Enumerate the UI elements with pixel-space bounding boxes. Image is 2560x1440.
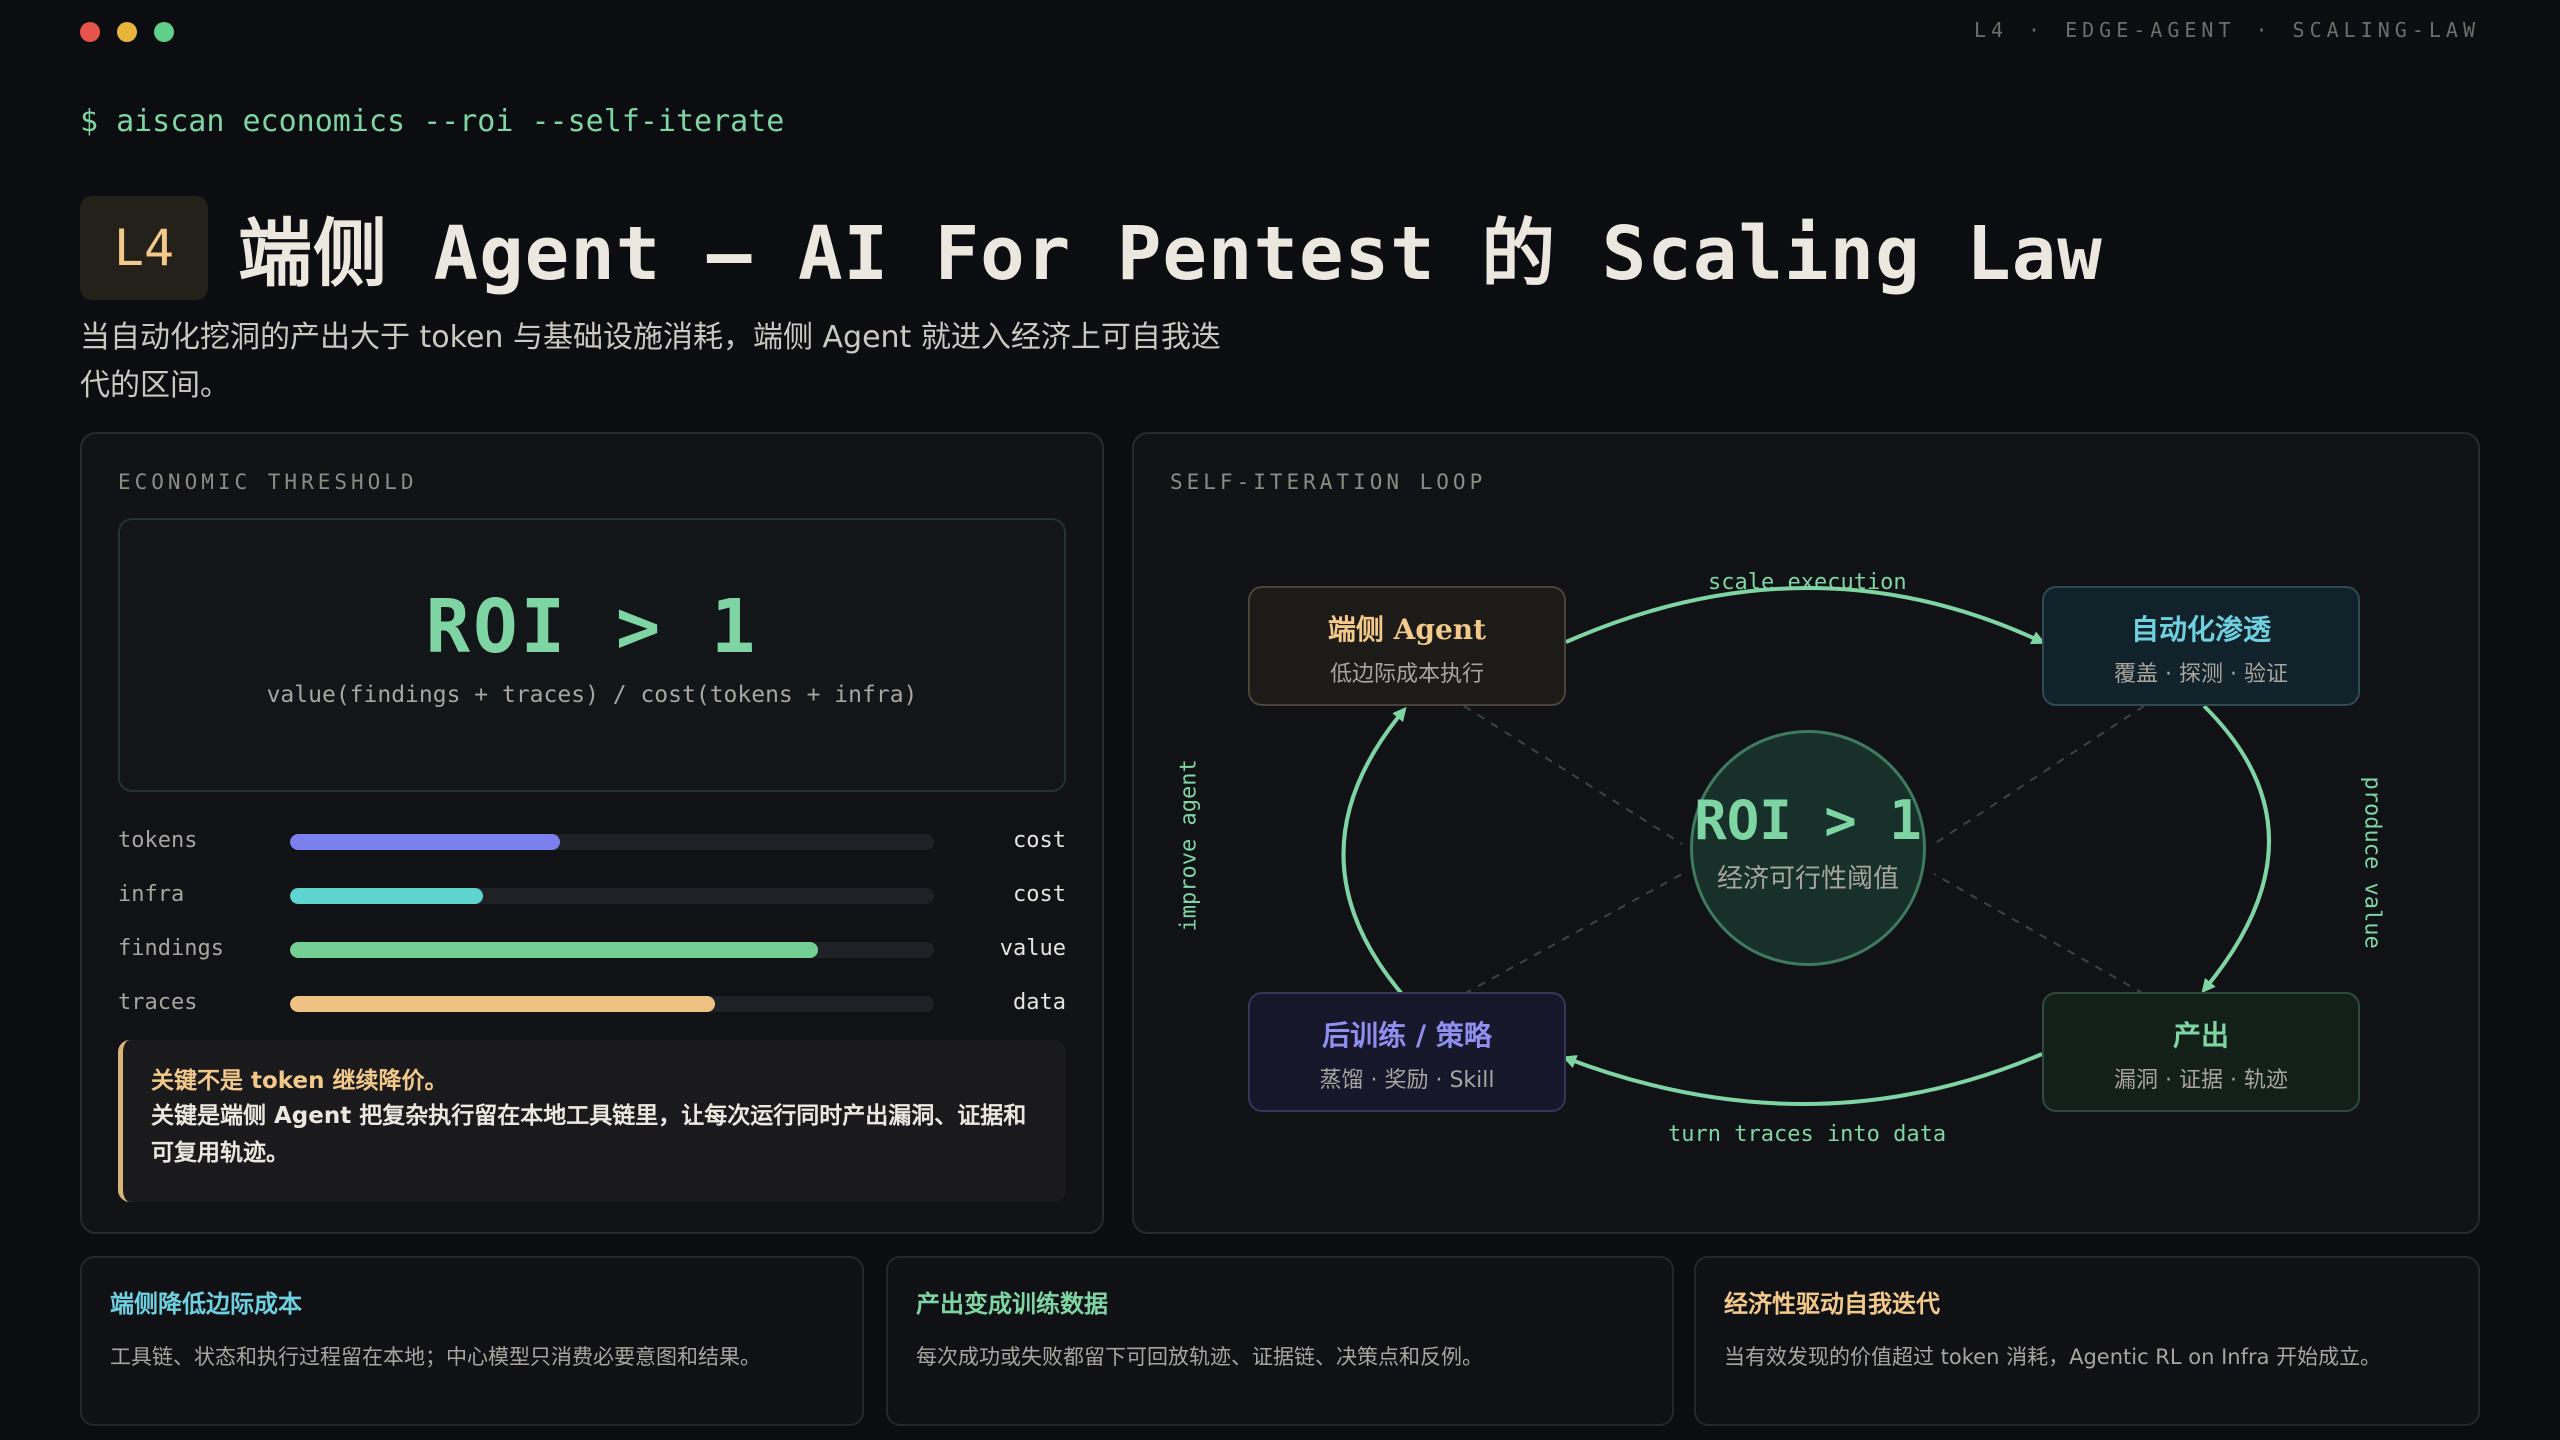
bar-row-tokens: tokens cost bbox=[118, 822, 1066, 876]
note-body: 关键是端侧 Agent 把复杂执行留在本地工具链里，让每次运行同时产出漏洞、证据… bbox=[151, 1103, 1027, 1166]
key-insight-note: 关键不是 token 继续降价。 关键是端侧 Agent 把复杂执行留在本地工具… bbox=[118, 1040, 1066, 1202]
bar-fill bbox=[290, 942, 819, 958]
node-subtitle: 覆盖 · 探测 · 验证 bbox=[2114, 662, 2288, 687]
note-title: 关键不是 token 继续降价。 bbox=[151, 1068, 448, 1094]
edge-label-top: scale execution bbox=[1708, 570, 1907, 595]
arrow-improve-agent bbox=[1341, 706, 1407, 996]
insight-card: 经济性驱动自我迭代 当有效发现的价值超过 token 消耗，Agentic RL… bbox=[1694, 1256, 2480, 1426]
bar-label: findings bbox=[118, 936, 224, 961]
diagonal-connector bbox=[1463, 705, 1683, 845]
bar-row-findings: findings value bbox=[118, 930, 1066, 984]
command-line: $ aiscan economics --roi --self-iterate bbox=[80, 104, 784, 139]
node-subtitle: 漏洞 · 证据 · 轨迹 bbox=[2114, 1068, 2288, 1093]
level-badge: L4 bbox=[80, 195, 208, 300]
node-edge-agent[interactable]: 端侧 Agent 低边际成本执行 bbox=[1248, 586, 1566, 706]
edge-label-right: produce value bbox=[2359, 776, 2385, 949]
title-row: L4 端侧 Agent — AI For Pentest 的 Scaling L… bbox=[80, 194, 2103, 301]
bar-fill bbox=[290, 996, 716, 1012]
card-body: 工具链、状态和执行过程留在本地；中心模型只消费必要意图和结果。 bbox=[110, 1345, 761, 1369]
bar-kind: cost bbox=[1013, 882, 1066, 907]
bar-kind: cost bbox=[1013, 828, 1066, 853]
node-title: 后训练 / 策略 bbox=[1322, 1019, 1492, 1052]
card-title: 端侧降低边际成本 bbox=[110, 1289, 302, 1318]
self-iteration-loop-panel: SELF-ITERATION LOOP 端侧 Agent 低边际成本执行 自动化… bbox=[1132, 432, 2480, 1234]
window-controls bbox=[80, 22, 174, 42]
node-subtitle: 蒸馏 · 奖励 · Skill bbox=[1319, 1068, 1495, 1093]
node-title: 自动化渗透 bbox=[2130, 613, 2271, 646]
bar-track bbox=[290, 942, 934, 958]
arrow-produce-value bbox=[2201, 704, 2271, 994]
arrow-scale-execution bbox=[1565, 586, 2046, 645]
breadcrumb-section: EDGE-AGENT bbox=[2065, 18, 2236, 42]
breadcrumb-level: L4 bbox=[1973, 18, 2009, 42]
roi-formula: value(findings + traces) / cost(tokens +… bbox=[266, 682, 918, 708]
arrow-turn-traces bbox=[1562, 1052, 2043, 1106]
center-roi: ROI > 1 bbox=[1694, 789, 1922, 852]
bar-kind: data bbox=[1013, 990, 1066, 1015]
node-title: 产出 bbox=[2172, 1019, 2229, 1052]
node-output[interactable]: 产出 漏洞 · 证据 · 轨迹 bbox=[2042, 992, 2360, 1112]
economic-threshold-panel: ECONOMIC THRESHOLD ROI > 1 value(finding… bbox=[80, 432, 1104, 1234]
bar-row-infra: infra cost bbox=[118, 876, 1066, 930]
breadcrumb-separator: · bbox=[2255, 18, 2273, 42]
insight-card: 产出变成训练数据 每次成功或失败都留下可回放轨迹、证据链、决策点和反例。 bbox=[886, 1256, 1674, 1426]
node-auto-pentest[interactable]: 自动化渗透 覆盖 · 探测 · 验证 bbox=[2042, 586, 2360, 706]
card-title: 产出变成训练数据 bbox=[916, 1289, 1108, 1318]
maximize-window-button[interactable] bbox=[154, 22, 174, 42]
cost-value-bars: tokens cost infra cost findings value tr… bbox=[118, 822, 1066, 1038]
close-window-button[interactable] bbox=[80, 22, 100, 42]
bar-kind: value bbox=[999, 936, 1066, 961]
bar-row-traces: traces data bbox=[118, 984, 1066, 1038]
panel-label: ECONOMIC THRESHOLD bbox=[118, 470, 418, 494]
bar-track bbox=[290, 888, 934, 904]
diagonal-connector bbox=[1463, 873, 1683, 995]
node-title: 端侧 Agent bbox=[1327, 613, 1487, 646]
diagonal-connector bbox=[1933, 873, 2145, 995]
edge-label-bottom: turn traces into data bbox=[1668, 1122, 1947, 1147]
bar-label: tokens bbox=[118, 828, 198, 853]
bar-track bbox=[290, 834, 934, 850]
center-subtitle: 经济可行性阈值 bbox=[1716, 864, 1899, 894]
roi-value: ROI > 1 bbox=[425, 584, 759, 670]
roi-threshold-circle: ROI > 1 经济可行性阈值 bbox=[1690, 730, 1926, 966]
bar-label: infra bbox=[118, 882, 185, 907]
prompt-symbol: $ bbox=[80, 104, 99, 139]
card-body: 当有效发现的价值超过 token 消耗，Agentic RL on Infra … bbox=[1724, 1345, 2382, 1369]
bar-fill bbox=[290, 888, 484, 904]
minimize-window-button[interactable] bbox=[117, 22, 137, 42]
node-post-training[interactable]: 后训练 / 策略 蒸馏 · 奖励 · Skill bbox=[1248, 992, 1566, 1112]
breadcrumb-topic: SCALING-LAW bbox=[2292, 18, 2480, 42]
breadcrumb-separator: · bbox=[2028, 18, 2046, 42]
node-subtitle: 低边际成本执行 bbox=[1329, 662, 1484, 687]
command-text: aiscan economics --roi --self-iterate bbox=[116, 104, 785, 139]
card-title: 经济性驱动自我迭代 bbox=[1724, 1289, 1940, 1318]
bar-track bbox=[290, 996, 934, 1012]
breadcrumb: L4 · EDGE-AGENT · SCALING-LAW bbox=[1974, 18, 2480, 42]
page-title: 端侧 Agent — AI For Pentest 的 Scaling Law bbox=[238, 211, 2103, 297]
bar-fill bbox=[290, 834, 561, 850]
roi-box: ROI > 1 value(findings + traces) / cost(… bbox=[118, 518, 1066, 792]
card-body: 每次成功或失败都留下可回放轨迹、证据链、决策点和反例。 bbox=[916, 1345, 1483, 1369]
page-subtitle: 当自动化挖洞的产出大于 token 与基础设施消耗，端侧 Agent 就进入经济… bbox=[80, 320, 1221, 403]
edge-label-left: improve agent bbox=[1176, 759, 1202, 932]
insight-card: 端侧降低边际成本 工具链、状态和执行过程留在本地；中心模型只消费必要意图和结果。 bbox=[80, 1256, 864, 1426]
diagonal-connector bbox=[1933, 705, 2145, 845]
bar-label: traces bbox=[118, 990, 198, 1015]
